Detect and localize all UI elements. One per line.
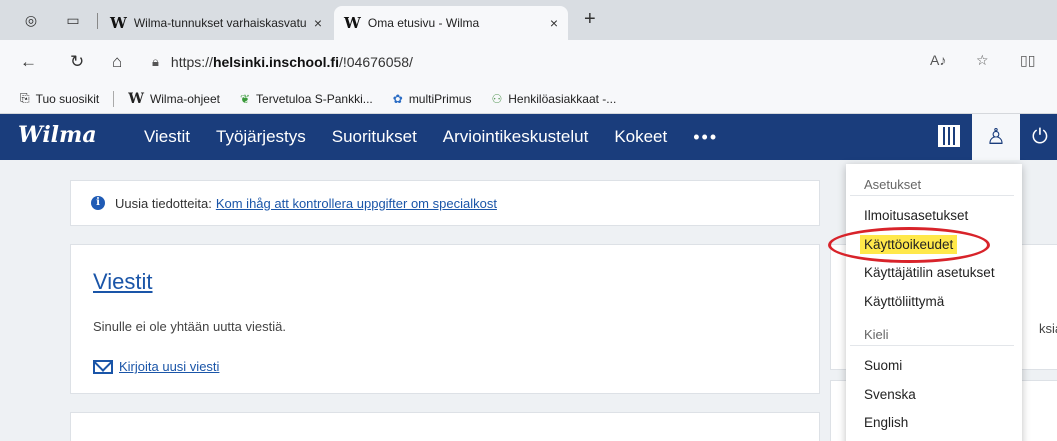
nav-arviointikeskustelut[interactable]: Arviointikeskustelut [443, 127, 589, 147]
notice-link[interactable]: Kom ihåg att kontrollera uppgifter om sp… [216, 196, 497, 211]
people-icon: ⚇ [491, 91, 503, 106]
menu-item-label: Käyttöoikeudet [860, 234, 958, 254]
messages-empty-text: Sinulle ei ole yhtään uutta viestiä. [93, 319, 286, 334]
envelope-icon [93, 359, 113, 374]
bookmark-wilma-ohjeet[interactable]: W Wilma-ohjeet [128, 91, 220, 107]
bookmark-label: Tuo suosikit [35, 91, 100, 106]
tab-title: Oma etusivu - Wilma [367, 16, 480, 30]
address-bar: ← ↻ ⌂ 🔒︎ https://helsinki.inschool.fi/!0… [0, 40, 1057, 84]
url-host: helsinki.inschool.fi [212, 54, 339, 70]
wilma-favicon-icon: W [110, 14, 127, 32]
bookmark-label: multiPrimus [408, 91, 472, 106]
url-scheme: https:// [170, 54, 213, 70]
bookmark-label: Tervetuloa S-Pankki... [256, 91, 373, 106]
split-screen-icon[interactable]: ▯▯ [1020, 52, 1035, 69]
workspaces-icon[interactable]: ◎ [22, 11, 40, 29]
bookmark-label: Wilma-ohjeet [149, 91, 220, 106]
menu-item-label: Svenska [864, 386, 916, 402]
bookmarks-bar: ⎘ Tuo suosikit W Wilma-ohjeet ❦ Tervetul… [0, 84, 1057, 114]
close-icon[interactable]: × [550, 15, 558, 31]
menu-item-kayttajatilin-asetukset[interactable]: Käyttäjätilin asetukset [846, 259, 1022, 288]
tab-title: Wilma-tunnukset varhaiskasvatu [133, 16, 307, 30]
more-menu-button[interactable]: ••• [693, 127, 718, 148]
nav-menu: Viestit Työjärjestys Suoritukset Arvioin… [144, 114, 718, 160]
menu-item-suomi[interactable]: Suomi [846, 352, 1022, 381]
bookmark-import[interactable]: ⎘ Tuo suosikit [20, 91, 99, 106]
menu-item-kayttooikeudet[interactable]: Käyttöoikeudet [846, 231, 1022, 260]
qr-code-icon[interactable] [938, 125, 960, 147]
messages-title-link[interactable]: Viestit [93, 269, 153, 295]
bottom-card [70, 412, 820, 441]
read-aloud-icon[interactable]: A♪ [930, 52, 946, 68]
menu-item-label: Suomi [864, 358, 903, 373]
notice-banner: i Uusia tiedotteita: Kom ihåg att kontro… [70, 180, 820, 226]
home-icon[interactable]: ⌂ [112, 52, 122, 72]
bookmark-multiprimus[interactable]: ✿ multiPrimus [393, 92, 472, 106]
wilma-icon: W [128, 90, 144, 107]
settings-section-header: Asetukset [850, 174, 1014, 196]
new-message-label: Kirjoita uusi viesti [119, 359, 220, 374]
menu-item-kayttoliittyma[interactable]: Käyttöliittymä [846, 288, 1022, 317]
favorite-star-icon[interactable]: ☆ [976, 52, 989, 69]
notice-prefix: Uusia tiedotteita: [115, 195, 212, 211]
wilma-logo[interactable]: Wilma [18, 122, 97, 148]
wilma-navbar: Wilma Viestit Työjärjestys Suoritukset A… [0, 114, 1057, 160]
menu-item-label: Käyttäjätilin asetukset [864, 265, 995, 280]
tab-separator [97, 13, 98, 29]
new-tab-button[interactable]: + [584, 8, 596, 31]
back-arrow-icon[interactable]: ← [20, 52, 37, 72]
right-card-text: ksia. [1039, 321, 1057, 336]
import-icon: ⎘ [20, 91, 30, 105]
browser-tab-strip: ◎ ▭ W Wilma-tunnukset varhaiskasvatu × W… [0, 0, 1057, 40]
user-settings-dropdown: Asetukset Ilmoitusasetukset Käyttöoikeud… [846, 164, 1022, 441]
menu-gap [846, 316, 1022, 324]
tab-wilma-tunnukset[interactable]: W Wilma-tunnukset varhaiskasvatu × [100, 6, 332, 40]
tab-oma-etusivu[interactable]: W Oma etusivu - Wilma × [334, 6, 568, 40]
nav-kokeet[interactable]: Kokeet [614, 127, 667, 147]
tab-actions-icon[interactable]: ▭ [64, 11, 82, 29]
nav-suoritukset[interactable]: Suoritukset [332, 127, 417, 147]
menu-item-label: Ilmoitusasetukset [864, 208, 969, 223]
url-field[interactable]: 🔒︎ https://helsinki.inschool.fi/!0467605… [152, 48, 1047, 76]
bookmark-henkiloasiakkaat[interactable]: ⚇ Henkilöasiakkaat -... [491, 92, 616, 106]
logout-power-icon[interactable]: ⏻ [1032, 125, 1048, 149]
menu-item-label: Käyttöliittymä [864, 293, 945, 309]
bookmark-s-pankki[interactable]: ❦ Tervetuloa S-Pankki... [240, 92, 373, 106]
leaf-icon: ❦ [239, 91, 251, 106]
bookmark-label: Henkilöasiakkaat -... [508, 91, 617, 106]
refresh-icon[interactable]: ↻ [70, 52, 84, 72]
menu-item-svenska[interactable]: Svenska [846, 381, 1022, 410]
wilma-favicon-icon: W [344, 14, 361, 32]
new-message-link[interactable]: Kirjoita uusi viesti [93, 359, 219, 374]
info-icon: i [91, 196, 105, 210]
close-icon[interactable]: × [314, 15, 322, 31]
messages-card: Viestit Sinulle ei ole yhtään uutta vies… [70, 244, 820, 394]
nav-tyojarjestys[interactable]: Työjärjestys [216, 127, 306, 147]
flower-icon: ✿ [392, 91, 403, 106]
menu-item-label: English [864, 415, 909, 430]
user-settings-button[interactable]: ♙ [972, 114, 1020, 160]
url-path: /!04676058/ [338, 54, 413, 70]
lock-icon[interactable]: 🔒︎ [152, 54, 159, 70]
language-section-header: Kieli [850, 324, 1014, 346]
bookmark-separator [113, 90, 115, 107]
user-gear-icon: ♙ [986, 124, 1006, 149]
menu-item-english[interactable]: English [846, 409, 1022, 438]
nav-viestit[interactable]: Viestit [144, 127, 190, 147]
menu-item-ilmoitusasetukset[interactable]: Ilmoitusasetukset [846, 202, 1022, 231]
